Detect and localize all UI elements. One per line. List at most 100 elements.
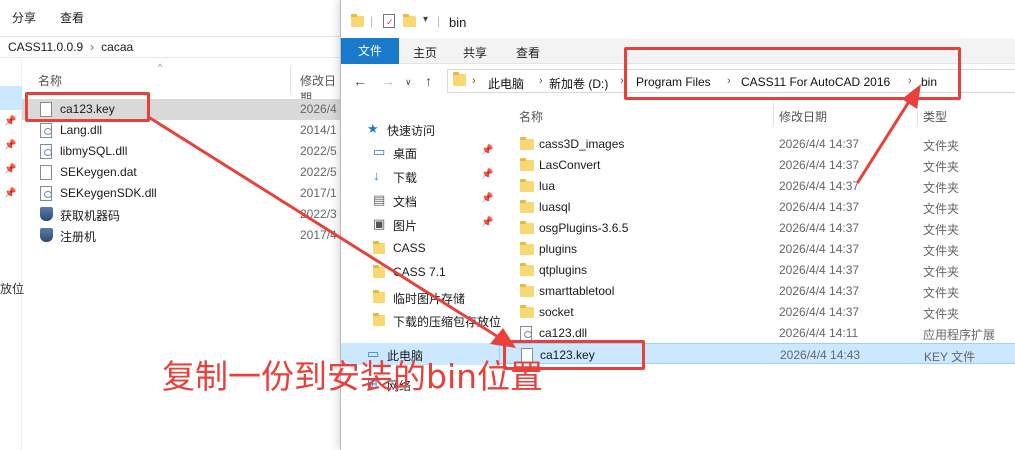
nav-item[interactable]: ▭ 桌面 📌 [341, 141, 499, 163]
file-type: 文件夹 [923, 160, 960, 174]
left-menu-share[interactable]: 分享 [0, 9, 48, 26]
crumb-this-pc[interactable]: 此电脑 [488, 75, 524, 92]
back-arrow-icon[interactable]: ← [353, 73, 367, 89]
annotation-text: 复制一份到安装的bin位置 [162, 357, 544, 396]
nav-item[interactable]: ▣ 图片 📌 [341, 213, 499, 235]
file-row[interactable]: qtplugins 2026/4/4 14:37 文件夹 [499, 259, 1015, 280]
nav-item[interactable]: ↓ 下载 📌 [341, 165, 499, 187]
file-list: 名称 修改日期 类型 cass3D_images 2026/4/4 14:37 文件… [499, 98, 1015, 450]
tab-home[interactable]: 主页 [413, 44, 437, 61]
pin-icon[interactable]: 📌 [481, 145, 493, 156]
file-date: 2026/4/4 14:37 [779, 200, 860, 214]
file-type: 文件夹 [923, 202, 960, 216]
folder-icon [520, 221, 534, 234]
file-type: 文件夹 [923, 307, 960, 321]
file-name: SEKeygen.dat [60, 165, 137, 179]
left-file-row[interactable]: 获取机器码 2022/3 [22, 204, 340, 225]
folder-icon [520, 284, 534, 297]
separator: | [370, 14, 374, 28]
forward-arrow-icon[interactable]: → [381, 73, 395, 89]
pin-icon[interactable]: 📌 [481, 169, 493, 180]
window-title: bin [449, 15, 467, 30]
left-file-row[interactable]: libmySQL.dll 2022/5 [22, 141, 340, 162]
col-name[interactable]: 名称 [519, 108, 543, 125]
left-nav-selected[interactable] [0, 86, 22, 110]
pin-icon: 📌 [4, 188, 17, 199]
nav-item-label: 文档 [393, 195, 418, 209]
new-folder-icon[interactable] [403, 14, 416, 27]
nav-item-label: 快速访问 [387, 124, 436, 138]
dll-icon [40, 144, 54, 159]
left-file-row[interactable]: Lang.dll 2014/1 [22, 120, 340, 141]
folder-icon [520, 242, 534, 255]
folder-icon [520, 305, 534, 318]
chevron-right-icon: › [539, 75, 543, 87]
left-nav-text: 放位 [0, 282, 25, 296]
col-type[interactable]: 类型 [923, 108, 947, 125]
file-row[interactable]: luasql 2026/4/4 14:37 文件夹 [499, 196, 1015, 217]
tab-file[interactable]: 文件 [341, 38, 399, 64]
nav-item[interactable]: 临时图片存储 [341, 286, 499, 308]
quick-access-dropdown-icon[interactable]: ▾ [423, 14, 428, 25]
shield-icon [40, 228, 54, 243]
file-row[interactable]: osgPlugins-3.6.5 2026/4/4 14:37 文件夹 [499, 217, 1015, 238]
tab-share[interactable]: 共享 [463, 44, 487, 61]
file-name: luasql [539, 200, 571, 214]
recent-dropdown-icon[interactable]: ∨ [405, 77, 412, 88]
nav-item[interactable]: CASS [341, 237, 499, 259]
file-row[interactable]: lua 2026/4/4 14:37 文件夹 [499, 175, 1015, 196]
file-date: 2026/4/4 14:37 [779, 284, 860, 298]
file-date: 2022/5 [300, 165, 337, 179]
nav-item[interactable]: 下载的压缩包存放位 [341, 309, 501, 331]
folder-icon [520, 179, 534, 192]
nav-item[interactable]: ▤ 文档 📌 [341, 189, 499, 211]
file-type: 文件夹 [923, 265, 960, 279]
tab-view[interactable]: 查看 [516, 44, 540, 61]
file-name: plugins [539, 242, 578, 256]
file-name: smarttabletool [539, 284, 615, 298]
file-row[interactable]: socket 2026/4/4 14:37 文件夹 [499, 301, 1015, 322]
left-menu-view[interactable]: 查看 [48, 9, 96, 26]
nav-item[interactable]: ★ 快速访问 [341, 118, 499, 140]
picture-icon: ▣ [373, 216, 386, 231]
file-row[interactable]: smarttabletool 2026/4/4 14:37 文件夹 [499, 280, 1015, 301]
col-date[interactable]: 修改日期 [779, 108, 827, 125]
nav-item-label: 图片 [393, 219, 418, 233]
pin-icon[interactable]: 📌 [481, 217, 493, 228]
sort-caret-icon: ^ [158, 62, 163, 72]
file-row[interactable]: LasConvert 2026/4/4 14:37 文件夹 [499, 154, 1015, 175]
file-date: 2017/4 [300, 228, 337, 242]
shield-icon [40, 207, 54, 222]
file-row[interactable]: cass3D_images 2026/4/4 14:37 文件夹 [499, 133, 1015, 154]
left-col-name[interactable]: 名称 [38, 72, 62, 89]
file-date: 2026/4/4 14:43 [780, 348, 861, 362]
nav-item[interactable]: CASS 7.1 [341, 261, 499, 283]
chevron-right-icon: › [472, 75, 476, 87]
left-file-row[interactable]: SEKeygen.dat 2022/5 [22, 162, 340, 183]
star-icon: ★ [367, 121, 379, 136]
up-arrow-icon[interactable]: ↑ [425, 73, 432, 89]
pin-icon[interactable]: 📌 [481, 193, 493, 204]
left-file-row[interactable]: SEKeygenSDK.dll 2017/1 [22, 183, 340, 204]
left-address-bar[interactable]: CASS11.0.0.9 › cacaa [0, 36, 340, 58]
file-name: qtplugins [539, 263, 588, 277]
file-type: 文件夹 [923, 286, 960, 300]
file-date: 2026/4/4 14:37 [779, 179, 860, 193]
nav-item-label: CASS [393, 241, 426, 255]
crumb-drive-d[interactable]: 新加卷 (D:) [549, 75, 608, 92]
file-name: osgPlugins-3.6.5 [539, 221, 629, 235]
file-date: 2026/4/4 14:37 [779, 221, 860, 235]
file-row[interactable]: plugins 2026/4/4 14:37 文件夹 [499, 238, 1015, 259]
left-file-row[interactable]: 注册机 2017/4 [22, 225, 340, 246]
file-type: 应用程序扩展 [923, 328, 996, 342]
properties-icon[interactable]: ✓ [383, 14, 395, 28]
folder-icon [373, 290, 387, 303]
left-crumb-cass[interactable]: CASS11.0.0.9 [8, 40, 83, 54]
dll-icon [40, 123, 54, 138]
left-crumb-cacaa[interactable]: cacaa [101, 40, 133, 54]
file-name: libmySQL.dll [60, 144, 128, 158]
folder-icon [373, 313, 387, 326]
nav-item-label: 临时图片存储 [393, 292, 466, 306]
left-nav-pane: 📌 📌 📌 📌 [0, 60, 22, 450]
file-date: 2026/4/4 14:37 [779, 137, 860, 151]
